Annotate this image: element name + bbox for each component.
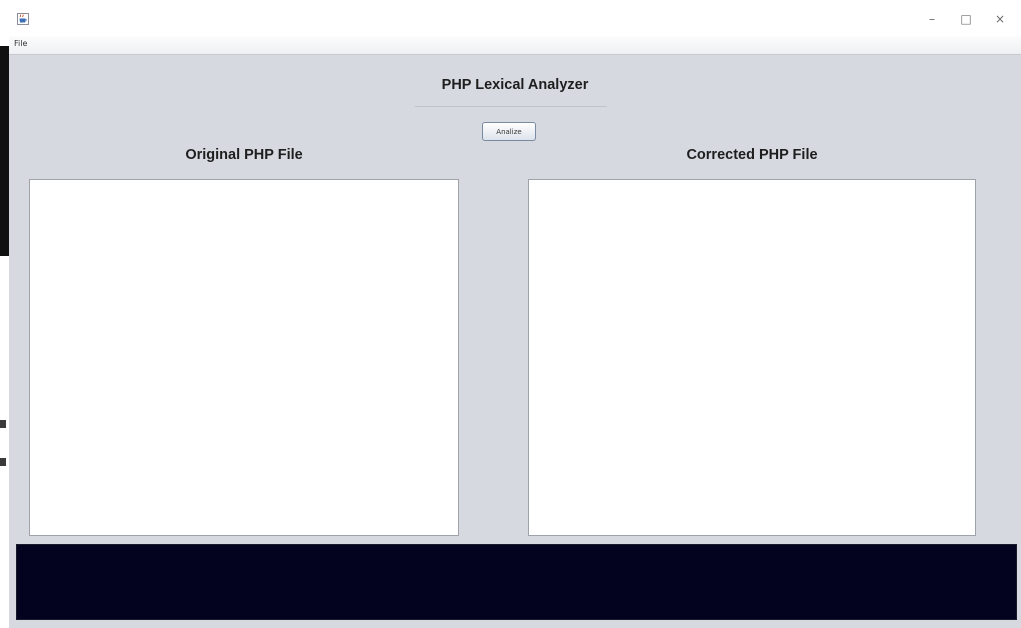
desktop-edge — [0, 0, 9, 628]
menu-bar: File — [9, 36, 1021, 55]
title-bar[interactable]: – □ × — [9, 0, 1021, 36]
original-file-label: Original PHP File — [185, 147, 303, 163]
window-controls: – □ × — [915, 8, 1017, 30]
desktop-edge-dark — [0, 46, 9, 256]
close-button[interactable]: × — [983, 8, 1017, 30]
desktop-edge-mark — [0, 458, 6, 466]
app-window: – □ × File PHP Lexical Analyzer Analize … — [9, 0, 1021, 628]
desktop-edge-mark — [0, 420, 6, 428]
corrected-file-textarea[interactable] — [528, 179, 976, 536]
minimize-button[interactable]: – — [915, 8, 949, 30]
corrected-file-label: Corrected PHP File — [686, 147, 818, 163]
output-console[interactable] — [16, 544, 1017, 620]
page-title: PHP Lexical Analyzer — [441, 77, 589, 93]
analize-button[interactable]: Analize — [482, 122, 536, 141]
maximize-button[interactable]: □ — [949, 8, 983, 30]
java-coffee-cup-icon[interactable] — [17, 10, 29, 25]
menu-file[interactable]: File — [14, 39, 27, 48]
original-file-textarea[interactable] — [29, 179, 459, 536]
title-separator — [415, 106, 607, 107]
